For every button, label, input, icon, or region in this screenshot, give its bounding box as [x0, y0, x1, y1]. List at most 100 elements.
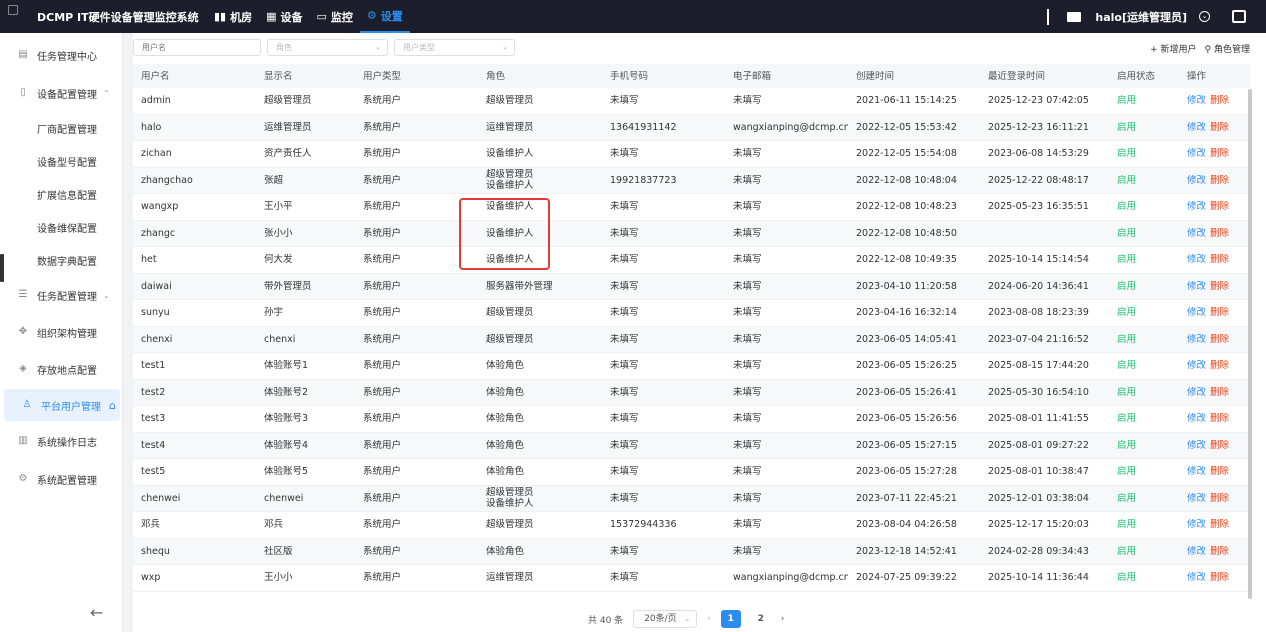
table-row[interactable]: admin 超级管理员 系统用户 超级管理员 未填写 未填写 2021-06-11 15:1…	[133, 88, 1250, 115]
delete-button[interactable]: 删除	[1210, 148, 1229, 159]
edit-button[interactable]: 修改	[1187, 254, 1206, 265]
edit-button[interactable]: 修改	[1187, 122, 1206, 133]
cell-username: test4	[141, 439, 166, 451]
user-name[interactable]: halo[运维管理员]	[1095, 9, 1187, 25]
nav-item-3[interactable]: ⚙ 设置	[359, 0, 410, 33]
table-row[interactable]: zhangchao 张超 系统用户 超级管理员 设备维护人 19921837723 未填写 2…	[133, 167, 1250, 194]
sidebar-item-6[interactable]: 数据字典配置	[0, 244, 123, 276]
edit-button[interactable]: 修改	[1187, 281, 1206, 292]
delete-button[interactable]: 删除	[1210, 466, 1229, 477]
table-row[interactable]: test4 体验账号4 系统用户 体验角色 未填写 未填写 2023-06-05 15:27…	[133, 432, 1250, 459]
edit-button[interactable]: 修改	[1187, 387, 1206, 398]
edit-button[interactable]: 修改	[1187, 307, 1206, 318]
table-row[interactable]: daiwai 带外管理员 系统用户 服务器带外管理 未填写 未填写 2023-04-10 1…	[133, 273, 1250, 300]
role-filter-select[interactable]: 角色 ⌄	[267, 39, 388, 56]
mail-icon[interactable]	[1067, 11, 1082, 22]
edit-button[interactable]: 修改	[1187, 95, 1206, 106]
table-row[interactable]: test5 体验账号5 系统用户 体验角色 未填写 未填写 2023-06-05 15:27…	[133, 459, 1250, 486]
delete-button[interactable]: 删除	[1210, 175, 1229, 186]
delete-button[interactable]: 删除	[1210, 334, 1229, 345]
sidebar-item-5[interactable]: 设备维保配置	[0, 211, 123, 243]
scrollbar[interactable]	[1248, 89, 1252, 599]
delete-button[interactable]: 删除	[1210, 360, 1229, 371]
sidebar-item-4[interactable]: 扩展信息配置	[0, 178, 123, 210]
sidebar-item-8[interactable]: ✥ 组织架构管理	[0, 316, 123, 348]
page-size-select[interactable]: 20条/页 ⌄	[633, 610, 698, 628]
cell-type: 系统用户	[363, 466, 402, 478]
delete-button[interactable]: 删除	[1210, 413, 1229, 424]
edit-button[interactable]: 修改	[1187, 148, 1206, 159]
delete-button[interactable]: 删除	[1210, 387, 1229, 398]
delete-button[interactable]: 删除	[1210, 546, 1229, 557]
delete-button[interactable]: 删除	[1210, 95, 1229, 106]
table-row[interactable]: test1 体验账号1 系统用户 体验角色 未填写 未填写 2023-06-05 15:26…	[133, 353, 1250, 380]
username-filter-input[interactable]	[133, 39, 261, 56]
edit-button[interactable]: 修改	[1187, 175, 1206, 186]
home-icon[interactable]: ⌂	[109, 399, 116, 412]
sidebar-item-1[interactable]: ▯ 设备配置管理 ⌃	[0, 77, 123, 109]
next-page-button[interactable]: ›	[781, 614, 785, 624]
delete-button[interactable]: 删除	[1210, 307, 1229, 318]
sidebar-item-11[interactable]: ▥ 系统操作日志	[0, 425, 123, 457]
delete-button[interactable]: 删除	[1210, 493, 1229, 504]
edit-button[interactable]: 修改	[1187, 413, 1206, 424]
nav-item-1[interactable]: ▦ 设备	[259, 0, 309, 33]
cell-phone: 未填写	[610, 307, 639, 319]
table-row[interactable]: wxp 王小小 系统用户 运维管理员 未填写 wangxianping@dcmp.cn 20…	[133, 565, 1250, 592]
edit-button[interactable]: 修改	[1187, 201, 1206, 212]
delete-button[interactable]: 删除	[1210, 519, 1229, 530]
sidebar-item-2[interactable]: 厂商配置管理	[0, 112, 123, 144]
table-row[interactable]: wangxp 王小平 系统用户 设备维护人 未填写 未填写 2022-12-08 10:48…	[133, 194, 1250, 221]
edit-button[interactable]: 修改	[1187, 440, 1206, 451]
nav-item-0[interactable]: ▮▮ 机房	[207, 0, 259, 33]
page-2-button[interactable]: 2	[751, 610, 771, 628]
cell-status: 启用	[1117, 360, 1137, 372]
delete-button[interactable]: 删除	[1210, 254, 1229, 265]
edit-button[interactable]: 修改	[1187, 493, 1206, 504]
table-row[interactable]: chenxi chenxi 系统用户 超级管理员 未填写 未填写 2023-06-05 14…	[133, 326, 1250, 353]
delete-button[interactable]: 删除	[1210, 572, 1229, 583]
prev-page-button[interactable]: ‹	[707, 614, 711, 624]
edit-button[interactable]: 修改	[1187, 360, 1206, 371]
sidebar-item-7[interactable]: ☰ 任务配置管理 ⌄	[0, 279, 123, 311]
table-row[interactable]: halo 运维管理员 系统用户 运维管理员 13641931142 wangxianpin…	[133, 114, 1250, 141]
table-row[interactable]: zichan 资产责任人 系统用户 设备维护人 未填写 未填写 2022-12-05 15:…	[133, 141, 1250, 168]
edit-button[interactable]: 修改	[1187, 546, 1206, 557]
table-row[interactable]: sunyu 孙宇 系统用户 超级管理员 未填写 未填写 2023-04-16 16:32:1…	[133, 300, 1250, 327]
table-row[interactable]: het 何大发 系统用户 设备维护人 未填写 未填写 2022-12-08 10:49:35…	[133, 247, 1250, 274]
nav-item-2[interactable]: ▭ 监控	[310, 0, 360, 33]
edit-button[interactable]: 修改	[1187, 466, 1206, 477]
delete-button[interactable]: 删除	[1210, 281, 1229, 292]
cell-lastlogin: 2025-10-14 11:36:44	[988, 572, 1089, 584]
sidebar-item-9[interactable]: ◈ 存放地点配置	[0, 353, 123, 385]
edit-button[interactable]: 修改	[1187, 519, 1206, 530]
collapse-arrow-icon[interactable]: ←	[90, 603, 103, 622]
edit-button[interactable]: 修改	[1187, 334, 1206, 345]
sidebar-item-12[interactable]: ⚙ 系统配置管理	[0, 463, 123, 495]
role-manage-button[interactable]: ⚲ 角色管理	[1205, 42, 1250, 55]
table-row[interactable]: test3 体验账号3 系统用户 体验角色 未填写 未填写 2023-06-05 15:26…	[133, 406, 1250, 433]
drag-handle[interactable]	[0, 254, 4, 282]
cell-status: 启用	[1117, 413, 1137, 425]
table-row[interactable]: chenwei chenwei 系统用户 超级管理员 设备维护人 未填写 未填写 2023-0…	[133, 485, 1250, 512]
delete-button[interactable]: 删除	[1210, 201, 1229, 212]
sidebar-item-10[interactable]: ♙ 平台用户管理 ⌂	[4, 389, 120, 421]
edit-button[interactable]: 修改	[1187, 228, 1206, 239]
table-row[interactable]: 邓兵 邓兵 系统用户 超级管理员 15372944336 未填写 2023-08-04 04…	[133, 512, 1250, 539]
delete-button[interactable]: 删除	[1210, 122, 1229, 133]
delete-button[interactable]: 删除	[1210, 228, 1229, 239]
table-row[interactable]: shequ 社区版 系统用户 体验角色 未填写 未填写 2023-12-18 14:52:4…	[133, 538, 1250, 565]
sidebar-item-0[interactable]: ▤ 任务管理中心	[0, 39, 123, 71]
page-1-button[interactable]: 1	[720, 610, 741, 628]
chevron-down-icon[interactable]: ⌄	[1199, 11, 1210, 22]
add-user-button[interactable]: + 新增用户	[1150, 42, 1196, 55]
delete-button[interactable]: 删除	[1210, 440, 1229, 451]
cell-display: 体验账号5	[264, 466, 309, 478]
cell-type: 系统用户	[363, 307, 402, 319]
printer-icon[interactable]	[1232, 10, 1246, 23]
usertype-filter-select[interactable]: 用户类型 ⌄	[394, 39, 515, 56]
table-row[interactable]: test2 体验账号2 系统用户 体验角色 未填写 未填写 2023-06-05 15:26…	[133, 379, 1250, 406]
table-row[interactable]: zhangc 张小小 系统用户 设备维护人 未填写 未填写 2022-12-08 10:48…	[133, 220, 1250, 247]
sidebar-item-3[interactable]: 设备型号配置	[0, 145, 123, 177]
edit-button[interactable]: 修改	[1187, 572, 1206, 583]
